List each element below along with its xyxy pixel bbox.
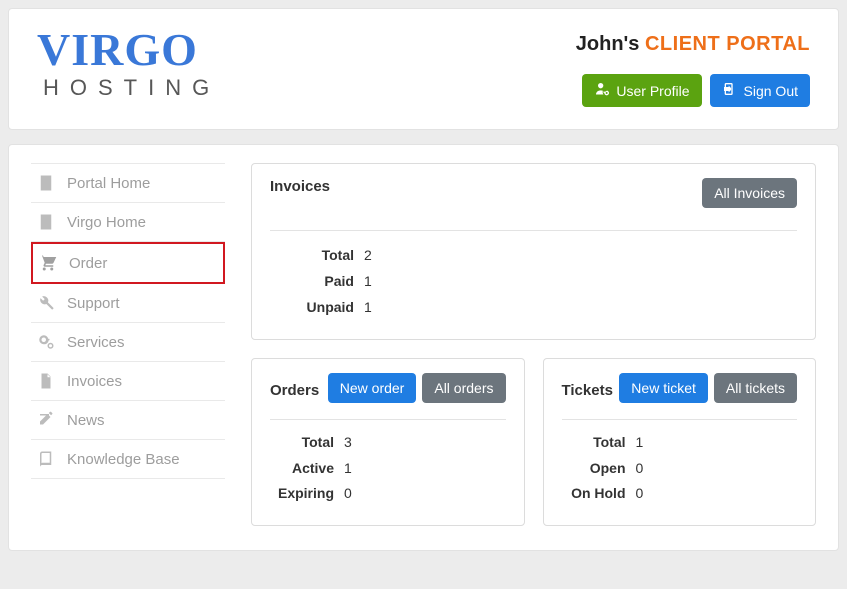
all-orders-button[interactable]: All orders <box>422 373 505 403</box>
stat-value: 0 <box>344 481 352 507</box>
building-icon <box>37 174 55 192</box>
orders-active-row: Active 1 <box>270 456 506 482</box>
logo-main: VIRGO <box>37 27 220 73</box>
divider <box>270 419 506 420</box>
tickets-open-row: Open 0 <box>562 456 798 482</box>
orders-title: Orders <box>270 376 319 399</box>
portal-user: John's <box>576 33 640 55</box>
orders-expiring-row: Expiring 0 <box>270 481 506 507</box>
stat-value: 1 <box>344 456 352 482</box>
invoices-card: Invoices All Invoices Total 2 Paid 1 Unp… <box>251 163 816 340</box>
tickets-title: Tickets <box>562 376 613 399</box>
sidebar-item-services[interactable]: Services <box>31 323 225 362</box>
book-icon <box>37 450 55 468</box>
content: Portal Home Virgo Home Order Support Ser… <box>8 144 839 551</box>
divider <box>562 419 798 420</box>
sidebar-item-virgo-home[interactable]: Virgo Home <box>31 203 225 242</box>
sidebar-item-label: Invoices <box>67 373 122 390</box>
tickets-total-row: Total 1 <box>562 430 798 456</box>
invoices-paid-row: Paid 1 <box>270 269 797 295</box>
cart-icon <box>39 254 57 272</box>
sidebar-item-invoices[interactable]: Invoices <box>31 362 225 401</box>
tickets-card: Tickets New ticket All tickets Total 1 O… <box>543 358 817 527</box>
wrench-icon <box>37 294 55 312</box>
stat-value: 3 <box>344 430 352 456</box>
sidebar: Portal Home Virgo Home Order Support Ser… <box>31 163 225 479</box>
stat-label: Active <box>270 456 334 482</box>
sidebar-item-label: Services <box>67 334 125 351</box>
stat-label: Total <box>270 243 354 269</box>
stat-value: 0 <box>636 456 644 482</box>
invoices-total-row: Total 2 <box>270 243 797 269</box>
gears-icon <box>37 333 55 351</box>
sign-out-button[interactable]: Sign Out <box>710 74 810 107</box>
sidebar-item-label: News <box>67 412 105 429</box>
user-profile-button[interactable]: User Profile <box>582 74 701 107</box>
orders-total-row: Total 3 <box>270 430 506 456</box>
invoices-unpaid-row: Unpaid 1 <box>270 295 797 321</box>
logo-sub: HOSTING <box>43 75 220 101</box>
header: VIRGO HOSTING John's CLIENT PORTAL User … <box>8 8 839 130</box>
sidebar-item-label: Knowledge Base <box>67 451 180 468</box>
sidebar-item-knowledge-base[interactable]: Knowledge Base <box>31 440 225 479</box>
sidebar-item-label: Virgo Home <box>67 214 146 231</box>
sidebar-item-support[interactable]: Support <box>31 284 225 323</box>
all-tickets-button[interactable]: All tickets <box>714 373 797 403</box>
user-gear-icon <box>594 81 610 100</box>
stat-value: 1 <box>364 295 372 321</box>
tickets-onhold-row: On Hold 0 <box>562 481 798 507</box>
file-icon <box>37 372 55 390</box>
stat-label: On Hold <box>562 481 626 507</box>
stat-label: Open <box>562 456 626 482</box>
main: Invoices All Invoices Total 2 Paid 1 Unp… <box>251 163 816 526</box>
stat-label: Unpaid <box>270 295 354 321</box>
stat-value: 1 <box>636 430 644 456</box>
stat-label: Expiring <box>270 481 334 507</box>
orders-card: Orders New order All orders Total 3 Acti… <box>251 358 525 527</box>
new-order-button[interactable]: New order <box>328 373 417 403</box>
divider <box>270 230 797 231</box>
sign-out-label: Sign Out <box>744 83 798 99</box>
portal-title: John's CLIENT PORTAL <box>576 33 810 56</box>
sidebar-item-label: Portal Home <box>67 175 150 192</box>
sign-out-icon <box>722 81 738 100</box>
edit-icon <box>37 411 55 429</box>
building-icon <box>37 213 55 231</box>
new-ticket-button[interactable]: New ticket <box>619 373 708 403</box>
stat-label: Total <box>562 430 626 456</box>
invoices-title: Invoices <box>270 178 330 195</box>
all-invoices-button[interactable]: All Invoices <box>702 178 797 208</box>
sidebar-item-order[interactable]: Order <box>31 242 225 284</box>
logo: VIRGO HOSTING <box>37 27 220 101</box>
header-right: John's CLIENT PORTAL User Profile Sign O… <box>576 27 810 107</box>
stat-label: Paid <box>270 269 354 295</box>
sidebar-item-news[interactable]: News <box>31 401 225 440</box>
sidebar-item-label: Order <box>69 255 107 272</box>
sidebar-item-label: Support <box>67 295 120 312</box>
portal-label: CLIENT PORTAL <box>645 33 810 55</box>
stat-value: 1 <box>364 269 372 295</box>
stat-label: Total <box>270 430 334 456</box>
user-profile-label: User Profile <box>616 83 689 99</box>
sidebar-item-portal-home[interactable]: Portal Home <box>31 163 225 203</box>
stat-value: 0 <box>636 481 644 507</box>
stat-value: 2 <box>364 243 372 269</box>
